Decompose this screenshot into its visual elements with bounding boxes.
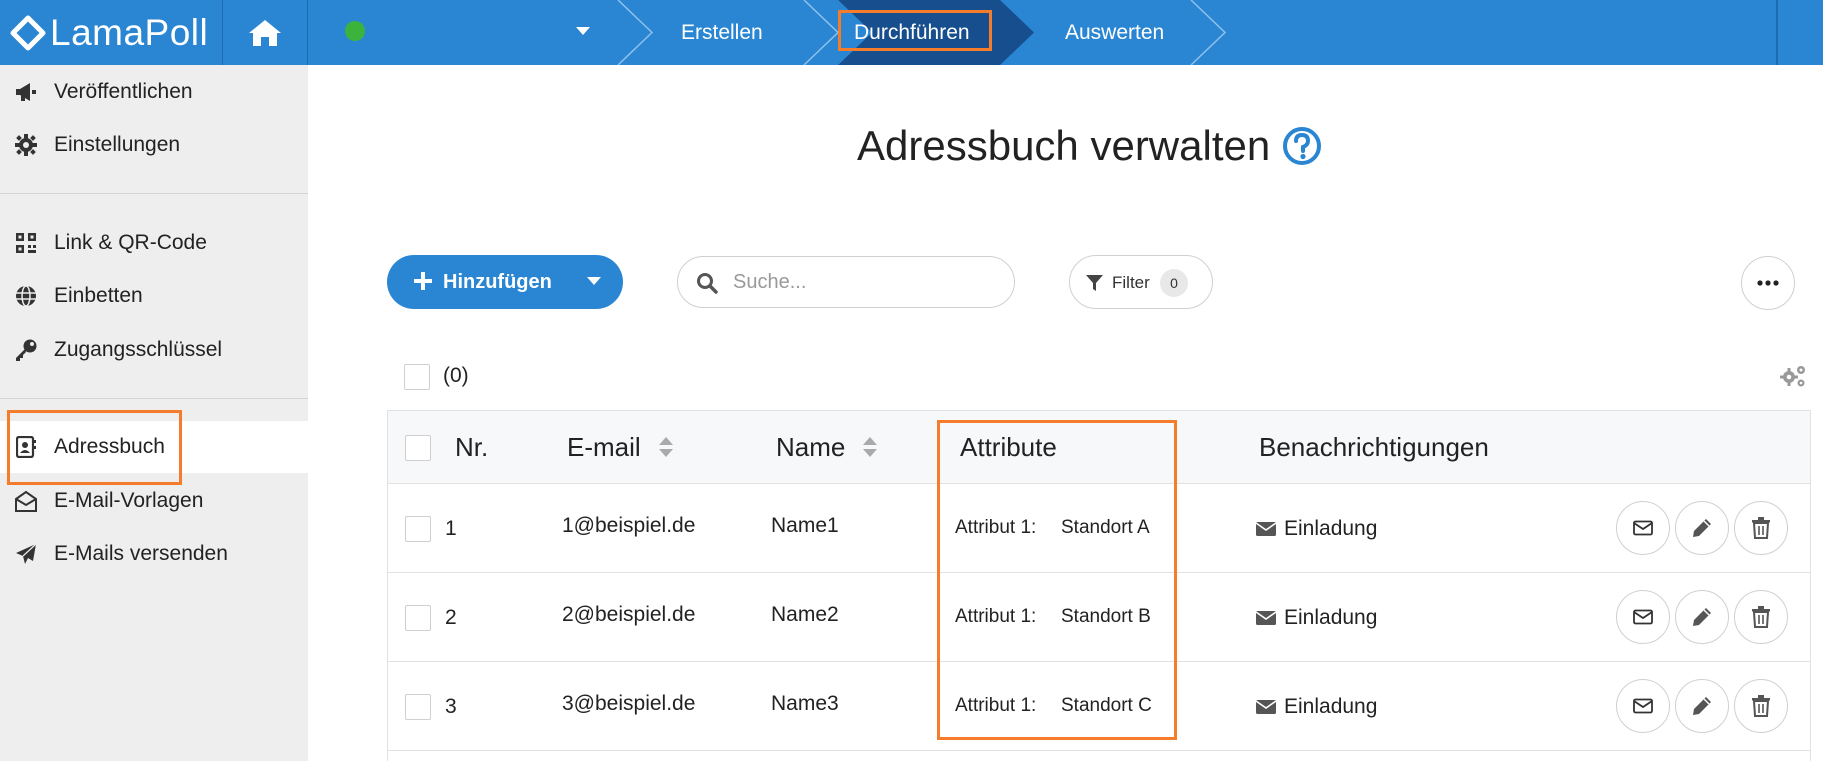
row-checkbox[interactable] [405, 516, 431, 542]
step-label: Erstellen [681, 20, 763, 44]
sidebar-item-label: Veröffentlichen [54, 80, 193, 103]
trash-icon [1752, 606, 1770, 628]
row-nr: 1 [445, 517, 457, 540]
help-icon[interactable] [1282, 126, 1322, 166]
step-erstellen[interactable]: Erstellen [681, 0, 763, 65]
envelope-icon [1256, 700, 1276, 714]
select-all-checkbox[interactable] [404, 364, 430, 390]
envelope-open-icon [14, 489, 38, 513]
trash-icon [1752, 695, 1770, 717]
gear-icon [14, 133, 38, 157]
delete-button[interactable] [1734, 590, 1788, 644]
sidebar-item-label: Einbetten [54, 284, 143, 307]
paper-plane-icon [14, 542, 38, 566]
envelope-outline-icon [1633, 520, 1653, 536]
edit-button[interactable] [1675, 501, 1729, 555]
filter-label: Filter [1112, 273, 1150, 292]
row-email: 2@beispiel.de [562, 603, 696, 626]
send-email-button[interactable] [1616, 679, 1670, 733]
sidebar-item-link-qr-code[interactable]: Link & QR-Code [0, 217, 308, 269]
row-nr: 3 [445, 695, 457, 718]
column-header-nr: Nr. [455, 432, 489, 462]
globe-icon [14, 284, 38, 308]
notification-label: Einladung [1284, 517, 1378, 540]
send-email-button[interactable] [1616, 501, 1670, 555]
envelope-outline-icon [1633, 698, 1653, 714]
send-email-button[interactable] [1616, 590, 1670, 644]
search-input[interactable] [733, 267, 993, 297]
edit-button[interactable] [1675, 679, 1729, 733]
row-notification: Einladung [1256, 517, 1377, 541]
step-chevrons [617, 0, 1227, 65]
more-options-button[interactable] [1741, 256, 1795, 310]
search-box [677, 256, 1015, 308]
notification-label: Einladung [1284, 606, 1378, 629]
filter-count-badge: 0 [1160, 269, 1188, 297]
plus-icon [414, 272, 432, 290]
add-button-label: Hinzufügen [443, 270, 552, 293]
divider [0, 398, 308, 399]
pencil-icon [1693, 697, 1711, 715]
column-header-email[interactable]: E-mail [567, 432, 641, 463]
header-checkbox[interactable] [405, 435, 431, 461]
sidebar-item-label: E-Mail-Vorlagen [54, 489, 204, 512]
row-nr: 2 [445, 606, 457, 629]
step-label: Durchführen [854, 20, 970, 44]
sidebar-item-label: Zugangsschlüssel [54, 338, 223, 361]
sidebar-item-zugangsschluessel[interactable]: Zugangsschlüssel [0, 324, 308, 376]
edit-button[interactable] [1675, 590, 1729, 644]
megaphone-icon [14, 80, 38, 104]
column-header-name[interactable]: Name [776, 432, 845, 463]
sidebar-item-einbetten[interactable]: Einbetten [0, 270, 308, 322]
envelope-icon [1256, 611, 1276, 625]
filter-button[interactable]: Filter 0 [1069, 255, 1213, 309]
sidebar-item-emails-versenden[interactable]: E-Mails versenden [0, 528, 308, 580]
delete-button[interactable] [1734, 501, 1788, 555]
sort-icon[interactable] [658, 435, 674, 459]
row-email: 3@beispiel.de [562, 692, 696, 715]
highlight-frame [7, 410, 182, 485]
key-icon [14, 338, 38, 362]
step-auswerten[interactable]: Auswerten [1065, 0, 1164, 65]
sort-icon[interactable] [862, 435, 878, 459]
row-checkbox[interactable] [405, 605, 431, 631]
sidebar-item-veroeffentlichen[interactable]: Veröffentlichen [0, 66, 308, 118]
column-settings-icon[interactable] [1779, 364, 1807, 388]
qr-code-icon [14, 231, 38, 255]
step-durchfuehren[interactable]: Durchführen [854, 0, 970, 65]
notification-label: Einladung [1284, 695, 1378, 718]
row-notification: Einladung [1256, 606, 1377, 630]
delete-button[interactable] [1734, 679, 1788, 733]
page-title-text: Adressbuch verwalten [857, 122, 1271, 169]
sidebar-item-einstellungen[interactable]: Einstellungen [0, 119, 308, 171]
filter-icon [1086, 275, 1103, 291]
row-email: 1@beispiel.de [562, 514, 696, 537]
pencil-icon [1693, 608, 1711, 626]
sidebar-item-label: Einstellungen [54, 133, 181, 156]
top-bar: LamaPoll Erstellen Durchführen Auswerten [0, 0, 1823, 65]
envelope-icon [1256, 522, 1276, 536]
row-checkbox[interactable] [405, 694, 431, 720]
row-name: Name2 [771, 603, 839, 626]
ellipsis-icon [1757, 280, 1779, 286]
sidebar-item-label: E-Mails versenden [54, 542, 228, 565]
divider [0, 193, 308, 194]
search-icon [697, 273, 718, 294]
row-notification: Einladung [1256, 695, 1377, 719]
trash-icon [1752, 517, 1770, 539]
divider [1776, 0, 1778, 65]
row-name: Name1 [771, 514, 839, 537]
envelope-outline-icon [1633, 609, 1653, 625]
step-label: Auswerten [1065, 20, 1165, 44]
chevron-down-icon[interactable] [587, 277, 601, 285]
page-title: Adressbuch verwalten [857, 122, 1322, 170]
column-header-notifications: Benachrichtigungen [1259, 432, 1489, 462]
pencil-icon [1693, 519, 1711, 537]
highlight-frame [937, 420, 1177, 740]
row-name: Name3 [771, 692, 839, 715]
sidebar-item-label: Link & QR-Code [54, 231, 207, 254]
selection-count: (0) [443, 364, 469, 387]
